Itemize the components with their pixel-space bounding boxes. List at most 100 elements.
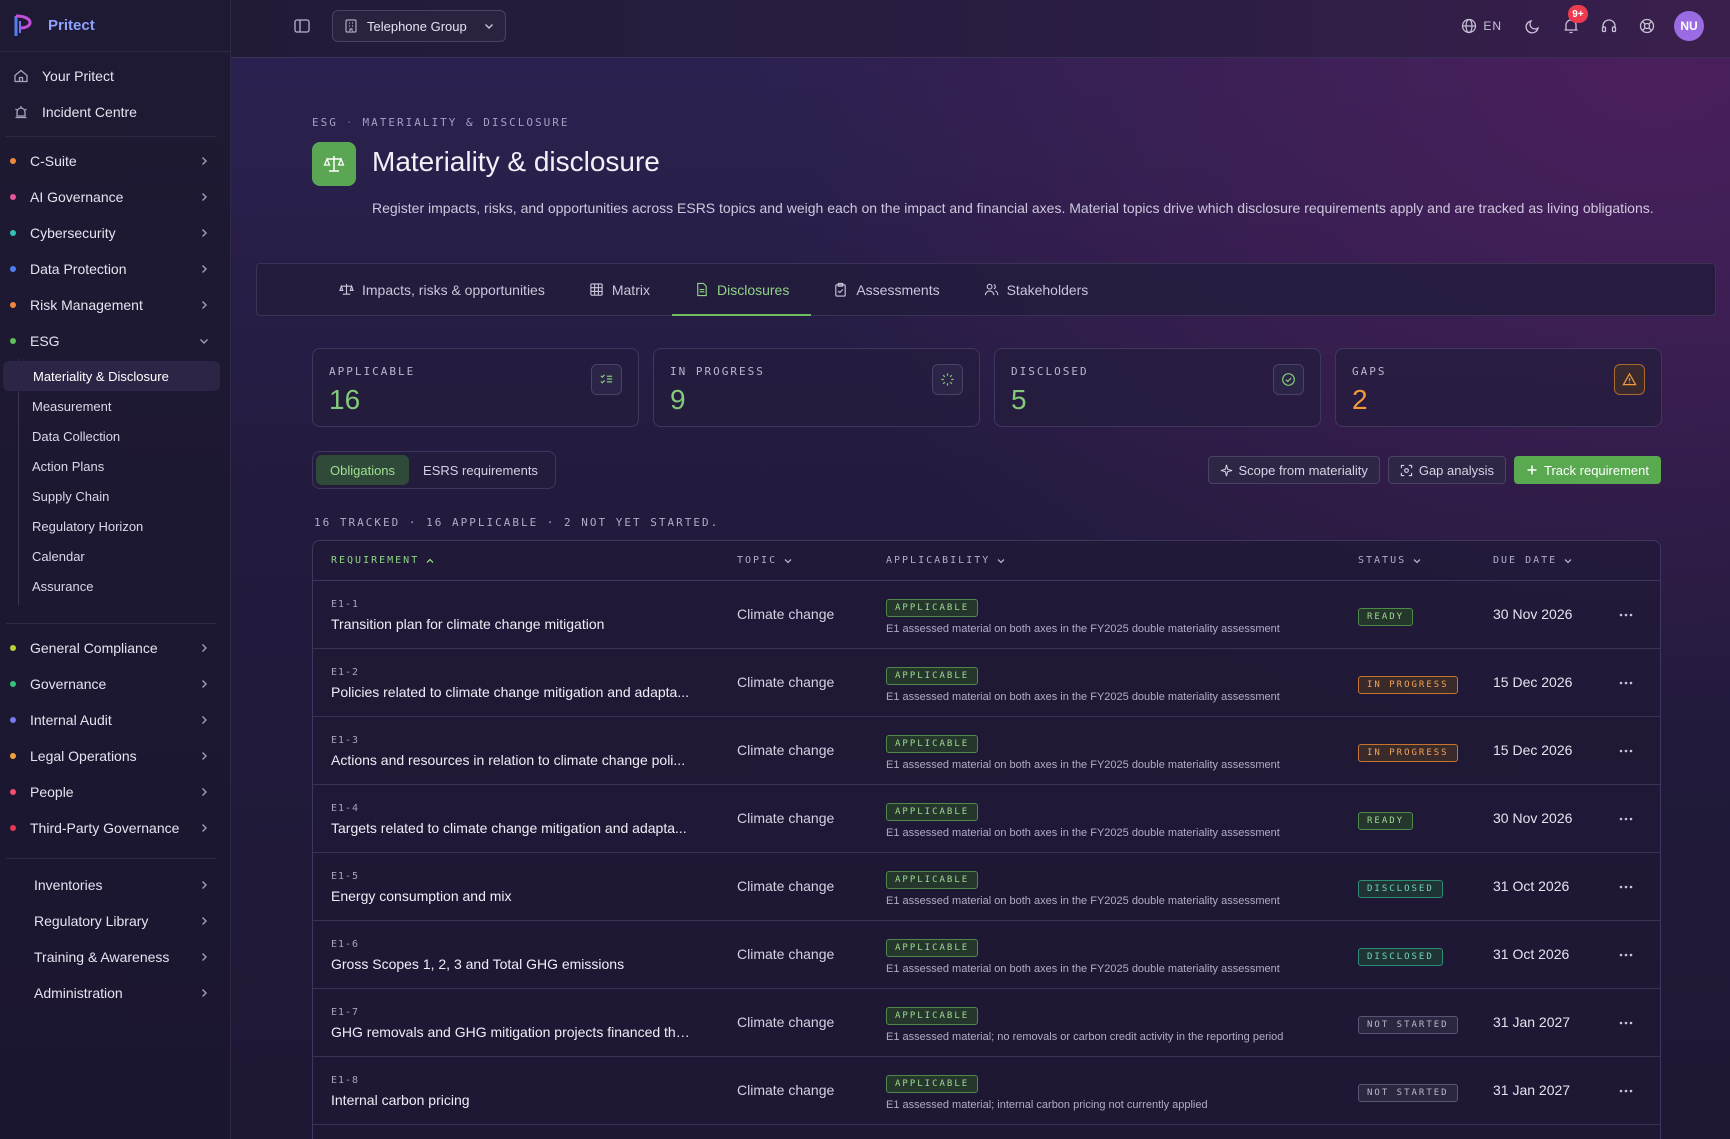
moon-icon[interactable] (1524, 17, 1542, 35)
column-header-topic[interactable]: TOPIC (737, 555, 793, 566)
track-requirement-button[interactable]: Track requirement (1514, 456, 1661, 484)
chevron-right-icon (202, 824, 207, 832)
sidebar-group-risk-management[interactable]: Risk Management (0, 287, 230, 323)
sidebar-group-data-protection[interactable]: Data Protection (0, 251, 230, 287)
status-badge: IN PROGRESS (1358, 676, 1458, 694)
table-row[interactable]: E1-3 Actions and resources in relation t… (313, 717, 1660, 785)
sidebar-group-ai-governance[interactable]: AI Governance (0, 179, 230, 215)
sidebar-group-label: Inventories (34, 877, 103, 893)
gap-analysis-button[interactable]: Gap analysis (1387, 456, 1506, 484)
sidebar-item-label: Your Pritect (42, 68, 114, 84)
topic-cell: Climate change (737, 946, 835, 962)
sidebar-item-calendar[interactable]: Calendar (19, 541, 230, 571)
stat-card-in-progress: IN PROGRESS 9 (653, 348, 980, 427)
sidebar-group-inventories[interactable]: Inventories (0, 867, 230, 903)
column-header-requirement[interactable]: REQUIREMENT (331, 555, 435, 566)
sidebar-item-action-plans[interactable]: Action Plans (19, 451, 230, 481)
segment-esrs-requirements[interactable]: ESRS requirements (409, 455, 552, 485)
chevron-right-icon (202, 716, 207, 724)
sidebar-item-regulatory-horizon[interactable]: Regulatory Horizon (19, 511, 230, 541)
sidebar-group-training-awareness[interactable]: Training & Awareness (0, 939, 230, 975)
column-header-due-date[interactable]: DUE DATE (1493, 555, 1573, 566)
more-horizontal-icon[interactable] (1617, 606, 1635, 624)
tab-label: Disclosures (716, 281, 790, 298)
requirement-code: E1-1 (331, 599, 360, 610)
sidebar-group-administration[interactable]: Administration (0, 975, 230, 1011)
sidebar-item-incident-centre[interactable]: Incident Centre (6, 94, 224, 130)
breadcrumb-item-esg[interactable]: ESG (312, 116, 338, 129)
table-row[interactable]: E1-7 GHG removals and GHG mitigation pro… (313, 989, 1660, 1057)
sidebar-toggle-icon[interactable] (293, 17, 311, 35)
sidebar-group-internal-audit[interactable]: Internal Audit (0, 702, 230, 738)
chevron-right-icon (202, 917, 207, 925)
headset-icon[interactable] (1600, 17, 1618, 35)
table-row[interactable]: E1-1 Transition plan for climate change … (313, 581, 1660, 649)
grid-icon (590, 283, 603, 296)
table-row[interactable]: E1-5 Energy consumption and mix Climate … (313, 853, 1660, 921)
organization-select[interactable]: Telephone Group (332, 10, 506, 42)
table-row[interactable]: E1-2 Policies related to climate change … (313, 649, 1660, 717)
sidebar-group-c-suite[interactable]: C-Suite (0, 143, 230, 179)
notifications-button[interactable]: 9+ (1562, 5, 1588, 35)
sidebar-item-your-pritect[interactable]: Your Pritect (6, 58, 224, 94)
group-color-dot (10, 825, 16, 831)
brand-name: Pritect (48, 17, 95, 34)
due-date-cell: 31 Oct 2026 (1493, 878, 1570, 894)
table-row[interactable]: E1-4 Targets related to climate change m… (313, 785, 1660, 853)
tab-stakeholders[interactable]: Stakeholders (962, 264, 1111, 315)
scope-from-materiality-button[interactable]: Scope from materiality (1207, 456, 1380, 484)
stat-label: IN PROGRESS (670, 365, 765, 378)
column-header-applicability[interactable]: APPLICABILITY (886, 555, 1006, 566)
topic-cell: Climate change (737, 674, 835, 690)
topic-cell: Climate change (737, 1014, 835, 1030)
sidebar-group-cybersecurity[interactable]: Cybersecurity (0, 215, 230, 251)
language-switcher[interactable]: EN (1461, 18, 1502, 34)
more-horizontal-icon[interactable] (1617, 742, 1635, 760)
tab-assessments[interactable]: Assessments (811, 264, 961, 315)
more-horizontal-icon[interactable] (1617, 1082, 1635, 1100)
group-color-dot (10, 194, 16, 200)
applicability-badge: APPLICABLE (886, 1007, 979, 1025)
sidebar-item-measurement[interactable]: Measurement (19, 391, 230, 421)
button-label: Track requirement (1544, 462, 1649, 478)
requirement-code: E1-8 (331, 1075, 360, 1086)
sidebar-group-regulatory-library[interactable]: Regulatory Library (0, 903, 230, 939)
help-lifebuoy-icon[interactable] (1638, 17, 1656, 35)
tab-bar: Impacts, risks & opportunities Matrix Di… (256, 263, 1716, 316)
more-horizontal-icon[interactable] (1617, 1014, 1635, 1032)
sidebar-group-legal-operations[interactable]: Legal Operations (0, 738, 230, 774)
sidebar-group-third-party-governance[interactable]: Third-Party Governance (0, 810, 230, 846)
sidebar-item-assurance[interactable]: Assurance (19, 571, 230, 601)
sidebar-group-general-compliance[interactable]: General Compliance (0, 630, 230, 666)
segment-obligations[interactable]: Obligations (316, 455, 410, 485)
sidebar-item-supply-chain[interactable]: Supply Chain (19, 481, 230, 511)
brand[interactable]: Pritect (0, 0, 230, 52)
sidebar-item-data-collection[interactable]: Data Collection (19, 421, 230, 451)
user-avatar[interactable]: NU (1674, 11, 1704, 41)
tab-matrix[interactable]: Matrix (567, 264, 672, 315)
sidebar-group-esg[interactable]: ESG (0, 323, 230, 359)
table-row[interactable]: E1-8 Internal carbon pricing Climate cha… (313, 1057, 1660, 1125)
sidebar-item-materiality-disclosure[interactable]: Materiality & Disclosure (3, 361, 220, 391)
more-horizontal-icon[interactable] (1617, 878, 1635, 896)
group-color-dot (10, 266, 16, 272)
sidebar-group-governance[interactable]: Governance (0, 666, 230, 702)
status-badge: DISCLOSED (1358, 948, 1443, 966)
table-row[interactable]: E1-6 Gross Scopes 1, 2, 3 and Total GHG … (313, 921, 1660, 989)
tab-disclosures[interactable]: Disclosures (671, 264, 812, 316)
main-content: ESG · MATERIALITY & DISCLOSURE Materiality… (231, 58, 1730, 1139)
more-horizontal-icon[interactable] (1617, 946, 1635, 964)
sidebar-plain-list: Inventories Regulatory Library Training … (0, 867, 230, 1011)
requirement-code: E1-6 (331, 939, 360, 950)
users-icon (984, 283, 998, 296)
chevron-right-icon (202, 644, 207, 652)
more-horizontal-icon[interactable] (1617, 674, 1635, 692)
chevron-right-icon (202, 953, 207, 961)
column-header-status[interactable]: STATUS (1358, 555, 1422, 566)
obligations-table: REQUIREMENT TOPIC APPLICABILITY STATUS D… (312, 540, 1661, 1139)
requirement-code: E1-2 (331, 667, 360, 678)
sidebar-group-people[interactable]: People (0, 774, 230, 810)
tab-impacts-risks-opportunities[interactable]: Impacts, risks & opportunities (317, 264, 567, 315)
sidebar-group-label: Regulatory Library (34, 913, 149, 929)
more-horizontal-icon[interactable] (1617, 810, 1635, 828)
